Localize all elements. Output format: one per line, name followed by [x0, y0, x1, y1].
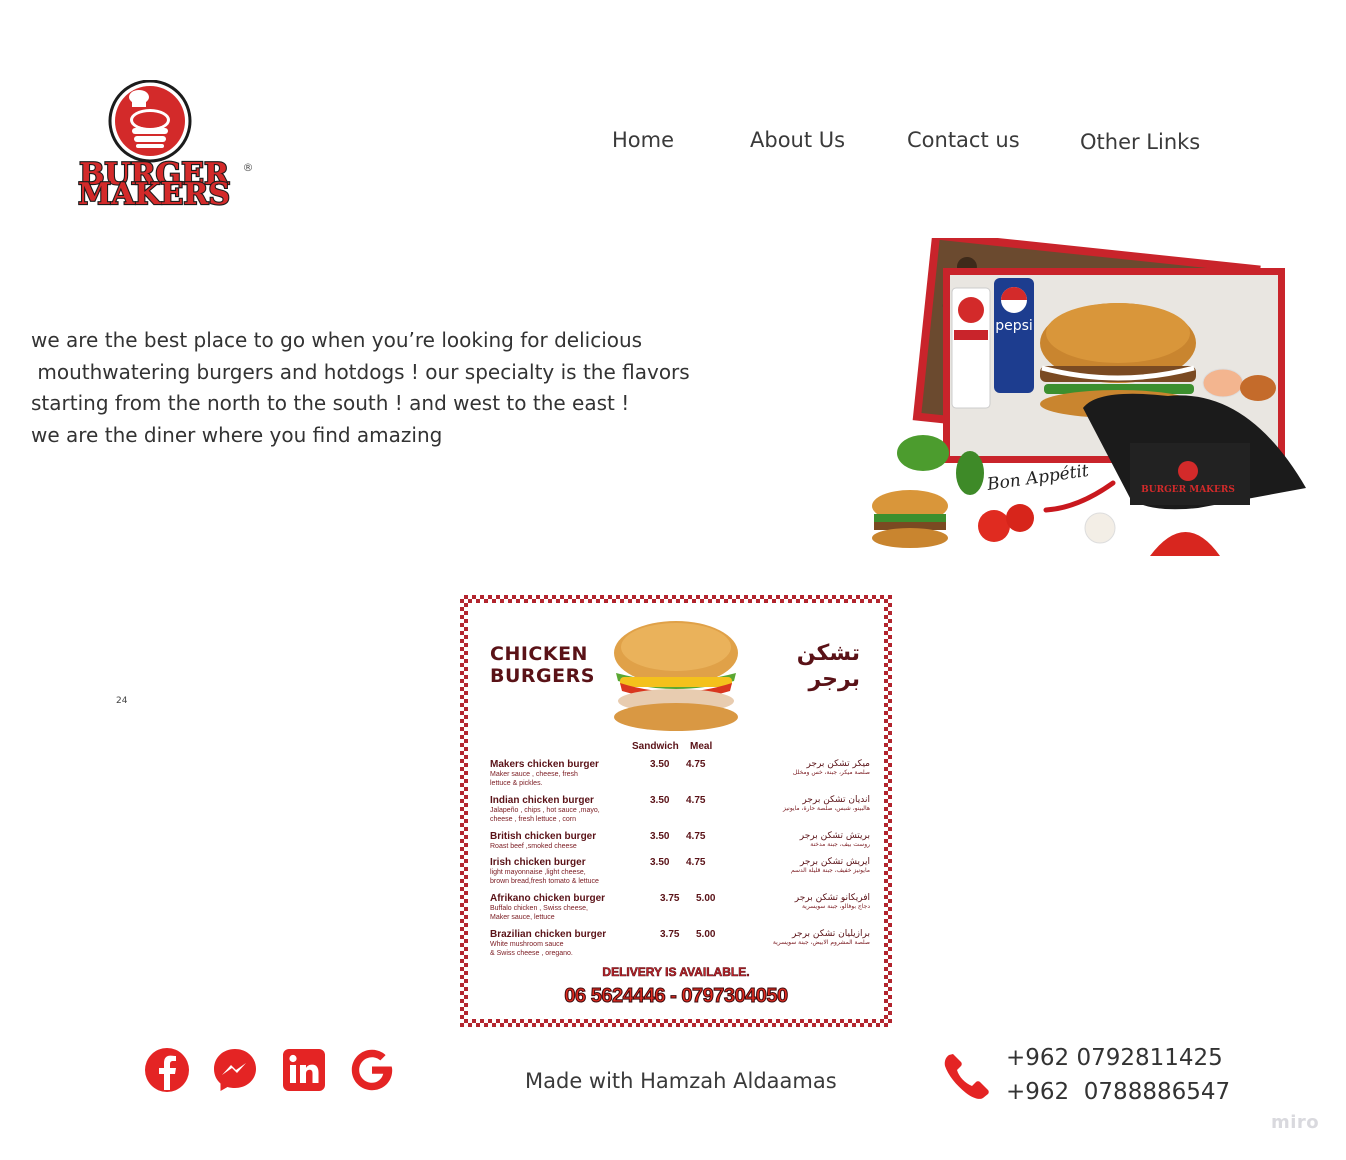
page-number: 24 — [116, 696, 128, 706]
menu-item-sandwich-price: 3.50 — [650, 759, 670, 770]
intro-line: starting from the north to the south ! a… — [31, 391, 630, 415]
chicken-burgers-menu-image: CHICKEN BURGERS تشكن برجر Sandwich Meal … — [460, 595, 892, 1027]
menu-item-ar-desc: مايونيز خفيف، جبنة قليلة الدسم — [790, 867, 870, 874]
menu-item: Afrikano chicken burger Buffalo chicken … — [490, 893, 870, 922]
menu-item-meal-price: 4.75 — [686, 795, 706, 806]
menu-item-ar: انديان تشكن برجر هالبينو، شبس، صلصة حارة،… — [783, 795, 870, 813]
menu-item-ar-desc: صلصة المشروم الابيض، جبنة سويسرية — [772, 939, 870, 946]
nav-contact-us[interactable]: Contact us — [907, 128, 1020, 152]
logo-text-makers: MAKERS — [78, 177, 230, 208]
menu-item: Irish chicken burger light mayonnaise ,l… — [490, 857, 870, 886]
menu-title-en-1: CHICKEN — [490, 643, 588, 665]
menu-item-meal-price: 5.00 — [696, 929, 716, 940]
registered-mark: ® — [243, 161, 254, 174]
menu-item-ar: ايريش تشكن برجر مايونيز خفيف، جبنة قليلة … — [791, 857, 870, 875]
menu-item-ar: برازيليان تشكن برجر صلصة المشروم الابيض، … — [773, 929, 870, 947]
menu-item-meal-price: 4.75 — [686, 759, 706, 770]
menu-item-ar-name: ايريش تشكن برجر — [799, 857, 870, 867]
menu-item-sandwich-price: 3.75 — [660, 929, 680, 940]
menu-item-sandwich-price: 3.50 — [650, 857, 670, 868]
menu-title-ar-1: تشكن — [796, 641, 860, 666]
intro-line: we are the best place to go when you’re … — [31, 328, 643, 352]
nav-home[interactable]: Home — [612, 128, 674, 152]
messenger-icon[interactable] — [211, 1046, 259, 1094]
menu-item-ar-name: برازيليان تشكن برجر — [792, 929, 870, 939]
menu-item-ar-name: افريكانو تشكن برجر — [794, 893, 870, 903]
menu-item: Brazilian chicken burger White mushroom … — [490, 929, 870, 958]
menu-item-ar-desc: روست بيف، جبنة مدخنة — [810, 841, 870, 848]
nav-other-links[interactable]: Other Links — [1080, 130, 1200, 154]
pepsi-label: pepsi — [995, 318, 1033, 334]
menu-item-ar-name: ميكر تشكن برجر — [806, 759, 870, 769]
intro-line: we are the diner where you find amazing — [31, 422, 443, 447]
miro-watermark: miro — [1271, 1112, 1320, 1133]
nav-about-us[interactable]: About Us — [750, 128, 845, 152]
menu-item-ar-desc: هالبينو، شبس، صلصة حارة، مايونيز — [783, 805, 870, 812]
menu-title-en-2: BURGERS — [490, 665, 595, 687]
menu-item-ar: ميكر تشكن برجر صلصة ميكر، جبنة، خس ومخلل — [793, 759, 870, 777]
menu-col-sandwich: Sandwich — [632, 741, 679, 752]
menu-item-meal-price: 4.75 — [686, 857, 706, 868]
google-icon[interactable] — [348, 1046, 396, 1094]
menu-item-ar-name: بريتش تشكن برجر — [799, 831, 870, 841]
intro-line: mouthwatering burgers and hotdogs ! our … — [31, 359, 690, 384]
menu-item: Indian chicken burger Jalapeño , chips ,… — [490, 795, 870, 824]
menu-item-ar-desc: دجاج بوفالو، جبنة سويسرية — [801, 903, 870, 910]
menu-item-ar-name: انديان تشكن برجر — [802, 795, 870, 805]
menu-item-meal-price: 4.75 — [686, 831, 706, 842]
menu-item: Makers chicken burger Maker sauce , chee… — [490, 759, 870, 788]
menu-phone-numbers: 06 5624446 - 0797304050 — [564, 985, 789, 1008]
menu-burger-photo — [606, 617, 746, 735]
menu-delivery-text: DELIVERY IS AVAILABLE. — [602, 965, 750, 980]
phone-number-1[interactable]: +962 0792811425 — [1006, 1045, 1223, 1071]
menu-title-ar-2: برجر — [808, 667, 861, 692]
phone-number-2[interactable]: +962 0788886547 — [1006, 1079, 1230, 1105]
phone-icon — [944, 1052, 990, 1100]
bon-appetit-text: Bon Appétit — [985, 461, 1090, 495]
menu-item-ar: بريتش تشكن برجر روست بيف، جبنة مدخنة — [800, 831, 870, 849]
menu-item-sandwich-price: 3.50 — [650, 831, 670, 842]
menu-col-meal: Meal — [690, 741, 713, 752]
made-with-credit: Made with Hamzah Aldaamas — [525, 1069, 837, 1093]
facebook-icon[interactable] — [143, 1046, 191, 1094]
brand-logo[interactable]: BURGER MAKERS ® — [58, 79, 256, 213]
hat-brand-text: BURGER MAKERS — [1141, 485, 1235, 495]
menu-item-ar-desc: صلصة ميكر، جبنة، خس ومخلل — [792, 769, 870, 776]
menu-item: British chicken burger Roast beef ,smoke… — [490, 831, 870, 851]
menu-item-sandwich-price: 3.75 — [660, 893, 680, 904]
menu-item-meal-price: 5.00 — [696, 893, 716, 904]
intro-paragraph: we are the best place to go when you’re … — [31, 325, 751, 451]
menu-item-sandwich-price: 3.50 — [650, 795, 670, 806]
hero-image: pepsi BURGER MAKERS Bon Appétit — [868, 231, 1308, 560]
linkedin-icon[interactable] — [280, 1046, 328, 1094]
menu-item-ar: افريكانو تشكن برجر دجاج بوفالو، جبنة سويس… — [795, 893, 870, 911]
